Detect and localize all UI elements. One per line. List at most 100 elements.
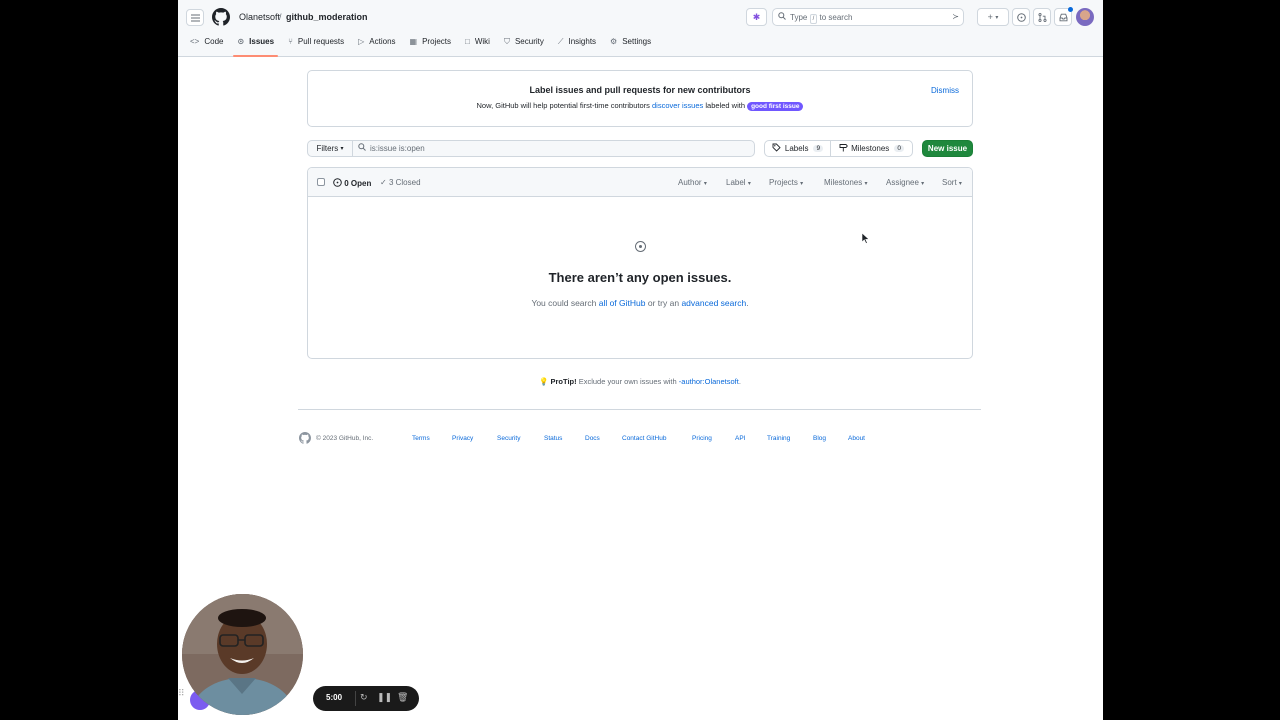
notification-dot bbox=[1068, 7, 1073, 12]
command-palette-icon[interactable]: ≻ bbox=[952, 12, 959, 21]
pull-requests-icon[interactable] bbox=[1033, 8, 1051, 26]
tab-actions[interactable]: ▷ Actions bbox=[358, 37, 395, 57]
webcam-person-image bbox=[182, 594, 303, 715]
closed-issues-toggle[interactable]: ✓ 3 Closed bbox=[380, 178, 421, 187]
exclude-author-link[interactable]: -author:Olanetsoft bbox=[679, 377, 739, 386]
repo-name-link[interactable]: github_moderation bbox=[286, 12, 368, 22]
author-filter-dropdown[interactable]: Author ▾ bbox=[678, 178, 707, 187]
gear-icon: ⚙ bbox=[610, 37, 618, 46]
repo-nav-tabs: <> Code ⊙ Issues ⑂ Pull requests ▷ Actions ▦… bbox=[190, 37, 665, 57]
repo-header: Olanetsoft / github_moderation ✱ Type / … bbox=[178, 0, 1103, 57]
issues-list: 0 Open ✓ 3 Closed Author ▾ Label ▾ Proje… bbox=[307, 167, 973, 359]
blankslate-description: You could search all of GitHub or try an… bbox=[531, 298, 749, 308]
footer-link-docs[interactable]: Docs bbox=[585, 435, 600, 442]
search-shortcut-key: / bbox=[809, 14, 818, 24]
caret-down-icon: ▾ bbox=[703, 181, 707, 187]
footer-link-training[interactable]: Training bbox=[767, 435, 790, 442]
tab-wiki[interactable]: □ Wiki bbox=[465, 37, 490, 57]
milestone-icon bbox=[839, 143, 848, 154]
caret-down-icon: ▾ bbox=[958, 181, 962, 187]
issue-icon: ⊙ bbox=[237, 37, 245, 46]
trash-icon[interactable]: 🗑 bbox=[397, 692, 408, 703]
search-placeholder: Type / to search bbox=[790, 13, 853, 24]
recording-controls: 5:00 ↻ ❚❚ 🗑 bbox=[313, 686, 419, 711]
play-icon: ▷ bbox=[358, 37, 365, 46]
webcam-bubble[interactable] bbox=[182, 594, 303, 715]
caret-down-icon: ▾ bbox=[864, 181, 868, 187]
caret-down-icon: ▾ bbox=[340, 146, 344, 152]
footer-link-terms[interactable]: Terms bbox=[412, 435, 430, 442]
book-icon: □ bbox=[465, 37, 470, 46]
footer-link-api[interactable]: API bbox=[735, 435, 745, 442]
browser-page: Olanetsoft / github_moderation ✱ Type / … bbox=[178, 0, 1103, 720]
labels-button[interactable]: Labels 9 bbox=[764, 140, 831, 157]
sort-dropdown[interactable]: Sort ▾ bbox=[942, 178, 962, 187]
pause-icon[interactable]: ❚❚ bbox=[377, 692, 392, 703]
advanced-search-link[interactable]: advanced search bbox=[681, 298, 746, 308]
new-contributors-banner: Label issues and pull requests for new c… bbox=[307, 70, 973, 127]
footer-link-about[interactable]: About bbox=[848, 435, 865, 442]
caret-down-icon: ▾ bbox=[995, 14, 999, 21]
drag-handle-icon[interactable]: ⠿ bbox=[178, 688, 185, 699]
controls-divider bbox=[355, 691, 356, 706]
banner-title: Label issues and pull requests for new c… bbox=[529, 85, 751, 95]
banner-text: Now, GitHub will help potential first-ti… bbox=[308, 101, 972, 111]
dismiss-button[interactable]: Dismiss bbox=[931, 86, 959, 95]
footer-link-status[interactable]: Status bbox=[544, 435, 562, 442]
shield-icon: ⛉ bbox=[503, 37, 510, 46]
menu-icon[interactable] bbox=[186, 9, 204, 26]
select-all-checkbox[interactable] bbox=[317, 178, 325, 186]
github-mark-icon[interactable] bbox=[299, 432, 311, 444]
tab-settings[interactable]: ⚙ Settings bbox=[610, 37, 651, 57]
copilot-icon[interactable]: ✱ bbox=[746, 8, 767, 26]
graph-icon: ⟋ bbox=[557, 37, 564, 46]
footer-link-contact[interactable]: Contact GitHub bbox=[622, 435, 666, 442]
tab-pull-requests[interactable]: ⑂ Pull requests bbox=[288, 37, 344, 57]
tab-projects[interactable]: ▦ Projects bbox=[410, 37, 451, 57]
footer-link-privacy[interactable]: Privacy bbox=[452, 435, 473, 442]
search-input[interactable]: Type / to search ≻ bbox=[772, 8, 964, 26]
github-logo-icon[interactable] bbox=[212, 8, 230, 26]
projects-filter-dropdown[interactable]: Projects ▾ bbox=[769, 178, 803, 187]
light-bulb-icon: 💡 bbox=[539, 377, 549, 386]
repo-owner-link[interactable]: Olanetsoft bbox=[239, 12, 280, 22]
table-icon: ▦ bbox=[409, 37, 418, 46]
tab-insights[interactable]: ⟋ Insights bbox=[558, 37, 596, 57]
protip: 💡 ProTip! Exclude your own issues with -… bbox=[539, 377, 741, 386]
search-icon bbox=[358, 143, 366, 153]
label-filter-dropdown[interactable]: Label ▾ bbox=[726, 178, 751, 187]
plus-icon: + bbox=[987, 12, 993, 22]
new-issue-button[interactable]: New issue bbox=[922, 140, 973, 157]
discover-issues-link[interactable]: discover issues bbox=[652, 101, 703, 110]
open-issues-toggle[interactable]: 0 Open bbox=[333, 178, 371, 188]
path-separator: / bbox=[279, 12, 282, 22]
create-new-button[interactable]: + ▾ bbox=[977, 8, 1009, 26]
footer-copyright: © 2023 GitHub, Inc. bbox=[316, 435, 374, 442]
footer-link-blog[interactable]: Blog bbox=[813, 435, 826, 442]
restart-icon[interactable]: ↻ bbox=[360, 692, 368, 703]
filters-button[interactable]: Filters ▾ bbox=[307, 140, 353, 157]
tab-code[interactable]: <> Code bbox=[190, 37, 223, 57]
tag-icon bbox=[772, 143, 781, 154]
tab-issues[interactable]: ⊙ Issues bbox=[233, 37, 278, 57]
issues-search-input[interactable] bbox=[352, 140, 755, 157]
mouse-cursor-icon bbox=[862, 233, 870, 244]
milestones-button[interactable]: Milestones 0 bbox=[830, 140, 913, 157]
code-icon: <> bbox=[190, 37, 200, 46]
labels-count: 9 bbox=[813, 145, 824, 152]
issue-open-icon bbox=[635, 241, 646, 252]
all-of-github-link[interactable]: all of GitHub bbox=[599, 298, 646, 308]
user-avatar[interactable] bbox=[1076, 8, 1094, 26]
good-first-issue-label[interactable]: good first issue bbox=[747, 102, 804, 111]
footer-link-pricing[interactable]: Pricing bbox=[692, 435, 712, 442]
blankslate-title: There aren’t any open issues. bbox=[548, 270, 732, 285]
milestones-filter-dropdown[interactable]: Milestones ▾ bbox=[824, 178, 868, 187]
caret-down-icon: ▾ bbox=[921, 181, 925, 187]
footer-link-security[interactable]: Security bbox=[497, 435, 520, 442]
tab-security[interactable]: ⛉ Security bbox=[504, 37, 544, 57]
recording-timer: 5:00 bbox=[326, 693, 343, 702]
issues-icon[interactable] bbox=[1012, 8, 1030, 26]
issues-list-header: 0 Open ✓ 3 Closed Author ▾ Label ▾ Proje… bbox=[308, 168, 972, 197]
check-icon: ✓ bbox=[380, 178, 387, 187]
assignee-filter-dropdown[interactable]: Assignee ▾ bbox=[886, 178, 924, 187]
